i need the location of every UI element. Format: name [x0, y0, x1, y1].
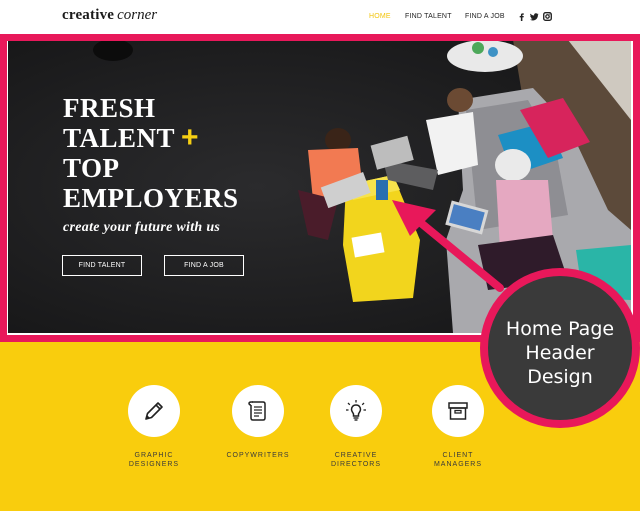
callout-arrow-icon	[392, 200, 504, 292]
callout-line: Home Page	[505, 318, 615, 340]
callout-line: Header	[525, 342, 595, 364]
callout-text: Home Page Header Design	[490, 317, 630, 389]
callout-line: Design	[527, 366, 593, 388]
